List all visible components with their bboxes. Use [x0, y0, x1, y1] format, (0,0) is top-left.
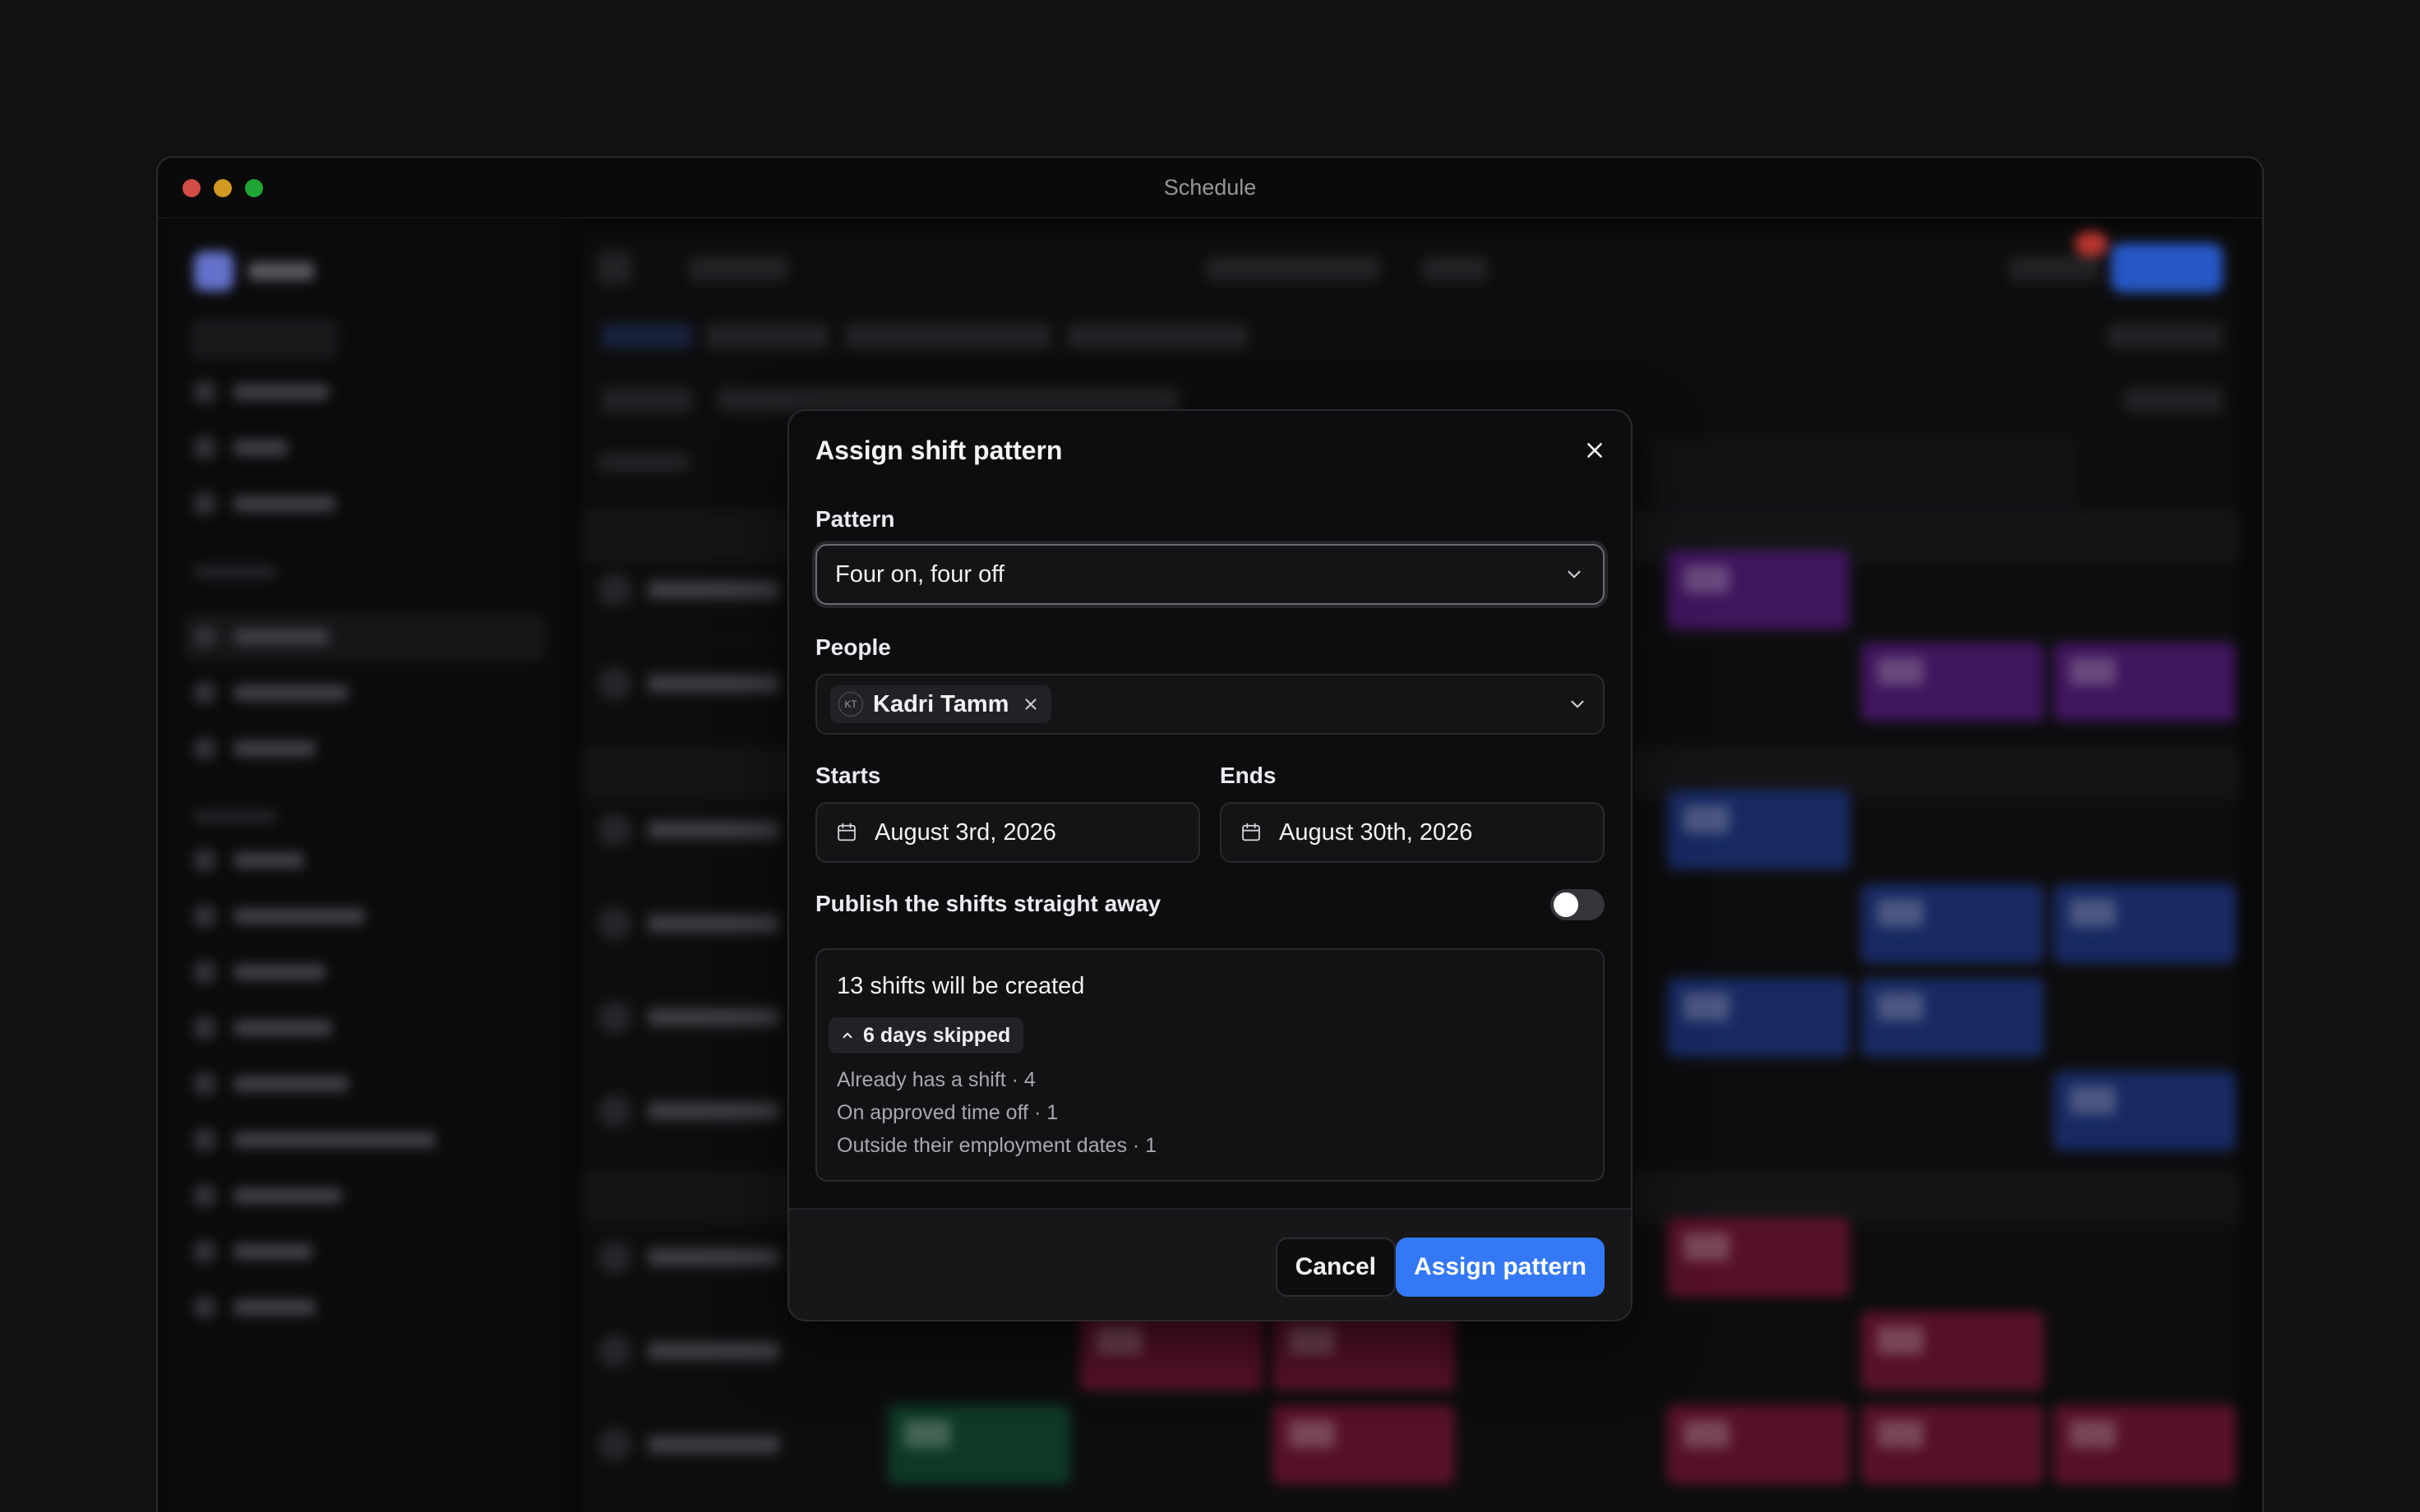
dialog-footer: Cancel Assign pattern	[789, 1208, 1631, 1320]
close-dialog-button[interactable]	[1577, 432, 1613, 468]
chevron-down-icon	[1568, 570, 1581, 579]
skipped-days-toggle[interactable]: 6 days skipped	[829, 1017, 1024, 1053]
start-date-picker[interactable]: August 3rd, 2026	[815, 802, 1200, 863]
assign-shift-pattern-dialog: Assign shift pattern Pattern Four on, fo…	[787, 409, 1633, 1321]
person-chip: KT Kadri Tamm	[830, 685, 1052, 723]
remove-person-icon[interactable]	[1022, 695, 1040, 713]
publish-toggle[interactable]	[1550, 889, 1605, 920]
end-date-picker[interactable]: August 30th, 2026	[1220, 802, 1605, 863]
chevron-down-icon	[1571, 700, 1584, 708]
dialog-title: Assign shift pattern	[815, 436, 1063, 465]
assign-pattern-button[interactable]: Assign pattern	[1395, 1238, 1605, 1297]
pattern-label: Pattern	[815, 506, 895, 532]
skip-reason: Already has a shift · 4	[837, 1068, 1036, 1091]
toggle-knob	[1554, 892, 1578, 917]
summary-title: 13 shifts will be created	[837, 973, 1085, 999]
cancel-button[interactable]: Cancel	[1275, 1238, 1396, 1297]
close-icon	[1587, 443, 1602, 458]
skipped-days-label: 6 days skipped	[863, 1023, 1011, 1047]
calendar-icon	[1242, 823, 1260, 841]
start-date-value: August 3rd, 2026	[875, 818, 1056, 846]
people-select[interactable]: KT Kadri Tamm	[815, 674, 1605, 735]
shift-summary: 13 shifts will be created 6 days skipped…	[815, 948, 1605, 1182]
pattern-value: Four on, four off	[835, 560, 1004, 588]
calendar-icon	[838, 823, 856, 841]
starts-label: Starts	[815, 763, 881, 788]
skip-reason: Outside their employment dates · 1	[837, 1134, 1157, 1157]
people-label: People	[815, 634, 891, 660]
person-chip-name: Kadri Tamm	[873, 690, 1009, 717]
chevron-up-icon	[843, 1032, 852, 1039]
end-date-value: August 30th, 2026	[1279, 818, 1473, 846]
skip-reason: On approved time off · 1	[837, 1101, 1059, 1124]
avatar: KT	[838, 692, 863, 717]
pattern-select[interactable]: Four on, four off	[815, 544, 1605, 605]
publish-label: Publish the shifts straight away	[815, 891, 1162, 916]
ends-label: Ends	[1220, 763, 1277, 788]
